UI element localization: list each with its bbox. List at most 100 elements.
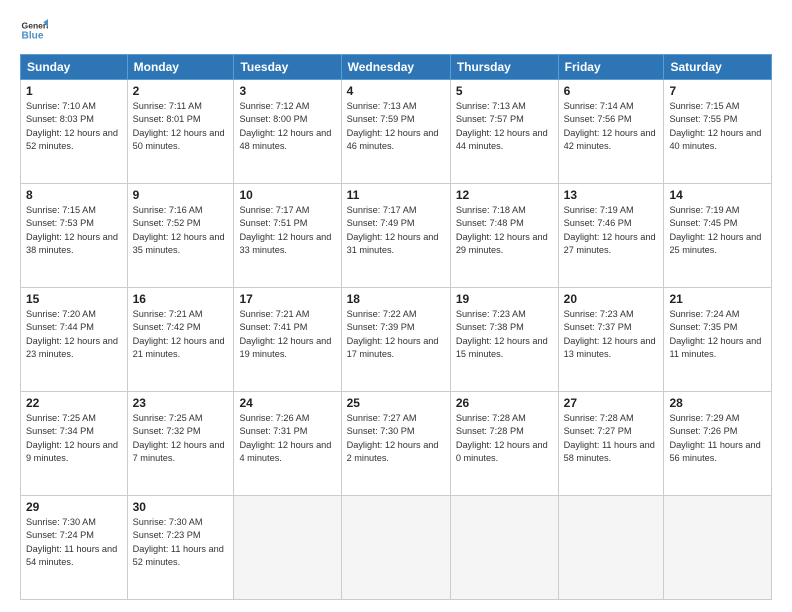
day-info: Sunrise: 7:23 AM Sunset: 7:37 PM Dayligh…	[564, 308, 659, 361]
calendar-cell: 6 Sunrise: 7:14 AM Sunset: 7:56 PM Dayli…	[558, 80, 664, 184]
day-info: Sunrise: 7:17 AM Sunset: 7:49 PM Dayligh…	[347, 204, 445, 257]
calendar-cell: 5 Sunrise: 7:13 AM Sunset: 7:57 PM Dayli…	[450, 80, 558, 184]
day-number: 12	[456, 188, 553, 202]
day-info: Sunrise: 7:20 AM Sunset: 7:44 PM Dayligh…	[26, 308, 122, 361]
calendar-cell: 25 Sunrise: 7:27 AM Sunset: 7:30 PM Dayl…	[341, 392, 450, 496]
day-number: 28	[669, 396, 766, 410]
day-number: 21	[669, 292, 766, 306]
logo: General Blue	[20, 16, 48, 44]
day-info: Sunrise: 7:25 AM Sunset: 7:32 PM Dayligh…	[133, 412, 229, 465]
day-info: Sunrise: 7:19 AM Sunset: 7:46 PM Dayligh…	[564, 204, 659, 257]
calendar-cell: 21 Sunrise: 7:24 AM Sunset: 7:35 PM Dayl…	[664, 288, 772, 392]
day-info: Sunrise: 7:13 AM Sunset: 7:57 PM Dayligh…	[456, 100, 553, 153]
logo-icon: General Blue	[20, 16, 48, 44]
day-info: Sunrise: 7:29 AM Sunset: 7:26 PM Dayligh…	[669, 412, 766, 465]
day-number: 30	[133, 500, 229, 514]
day-info: Sunrise: 7:17 AM Sunset: 7:51 PM Dayligh…	[239, 204, 335, 257]
day-info: Sunrise: 7:12 AM Sunset: 8:00 PM Dayligh…	[239, 100, 335, 153]
day-number: 7	[669, 84, 766, 98]
col-header-sunday: Sunday	[21, 55, 128, 80]
calendar-cell: 2 Sunrise: 7:11 AM Sunset: 8:01 PM Dayli…	[127, 80, 234, 184]
day-info: Sunrise: 7:11 AM Sunset: 8:01 PM Dayligh…	[133, 100, 229, 153]
calendar-cell: 8 Sunrise: 7:15 AM Sunset: 7:53 PM Dayli…	[21, 184, 128, 288]
day-info: Sunrise: 7:28 AM Sunset: 7:28 PM Dayligh…	[456, 412, 553, 465]
calendar-cell: 1 Sunrise: 7:10 AM Sunset: 8:03 PM Dayli…	[21, 80, 128, 184]
day-number: 23	[133, 396, 229, 410]
day-number: 10	[239, 188, 335, 202]
day-info: Sunrise: 7:28 AM Sunset: 7:27 PM Dayligh…	[564, 412, 659, 465]
day-number: 19	[456, 292, 553, 306]
calendar-cell: 16 Sunrise: 7:21 AM Sunset: 7:42 PM Dayl…	[127, 288, 234, 392]
day-number: 25	[347, 396, 445, 410]
calendar-cell	[341, 496, 450, 600]
col-header-wednesday: Wednesday	[341, 55, 450, 80]
calendar-cell: 30 Sunrise: 7:30 AM Sunset: 7:23 PM Dayl…	[127, 496, 234, 600]
day-info: Sunrise: 7:15 AM Sunset: 7:53 PM Dayligh…	[26, 204, 122, 257]
calendar-cell: 15 Sunrise: 7:20 AM Sunset: 7:44 PM Dayl…	[21, 288, 128, 392]
calendar-cell: 27 Sunrise: 7:28 AM Sunset: 7:27 PM Dayl…	[558, 392, 664, 496]
day-number: 14	[669, 188, 766, 202]
day-number: 15	[26, 292, 122, 306]
calendar-cell: 26 Sunrise: 7:28 AM Sunset: 7:28 PM Dayl…	[450, 392, 558, 496]
calendar-cell: 29 Sunrise: 7:30 AM Sunset: 7:24 PM Dayl…	[21, 496, 128, 600]
calendar-cell: 17 Sunrise: 7:21 AM Sunset: 7:41 PM Dayl…	[234, 288, 341, 392]
day-info: Sunrise: 7:26 AM Sunset: 7:31 PM Dayligh…	[239, 412, 335, 465]
calendar-cell: 7 Sunrise: 7:15 AM Sunset: 7:55 PM Dayli…	[664, 80, 772, 184]
calendar-cell: 12 Sunrise: 7:18 AM Sunset: 7:48 PM Dayl…	[450, 184, 558, 288]
day-number: 3	[239, 84, 335, 98]
day-info: Sunrise: 7:16 AM Sunset: 7:52 PM Dayligh…	[133, 204, 229, 257]
day-number: 20	[564, 292, 659, 306]
day-info: Sunrise: 7:27 AM Sunset: 7:30 PM Dayligh…	[347, 412, 445, 465]
calendar-cell: 4 Sunrise: 7:13 AM Sunset: 7:59 PM Dayli…	[341, 80, 450, 184]
day-number: 1	[26, 84, 122, 98]
day-number: 16	[133, 292, 229, 306]
calendar-cell: 23 Sunrise: 7:25 AM Sunset: 7:32 PM Dayl…	[127, 392, 234, 496]
day-number: 17	[239, 292, 335, 306]
day-info: Sunrise: 7:14 AM Sunset: 7:56 PM Dayligh…	[564, 100, 659, 153]
day-number: 27	[564, 396, 659, 410]
day-number: 4	[347, 84, 445, 98]
day-number: 22	[26, 396, 122, 410]
day-number: 29	[26, 500, 122, 514]
day-info: Sunrise: 7:18 AM Sunset: 7:48 PM Dayligh…	[456, 204, 553, 257]
calendar-cell: 19 Sunrise: 7:23 AM Sunset: 7:38 PM Dayl…	[450, 288, 558, 392]
calendar-cell: 28 Sunrise: 7:29 AM Sunset: 7:26 PM Dayl…	[664, 392, 772, 496]
day-number: 24	[239, 396, 335, 410]
day-number: 18	[347, 292, 445, 306]
calendar-cell: 13 Sunrise: 7:19 AM Sunset: 7:46 PM Dayl…	[558, 184, 664, 288]
day-number: 8	[26, 188, 122, 202]
calendar-cell: 14 Sunrise: 7:19 AM Sunset: 7:45 PM Dayl…	[664, 184, 772, 288]
day-info: Sunrise: 7:15 AM Sunset: 7:55 PM Dayligh…	[669, 100, 766, 153]
calendar-table: SundayMondayTuesdayWednesdayThursdayFrid…	[20, 54, 772, 600]
col-header-saturday: Saturday	[664, 55, 772, 80]
day-number: 6	[564, 84, 659, 98]
day-number: 2	[133, 84, 229, 98]
day-info: Sunrise: 7:13 AM Sunset: 7:59 PM Dayligh…	[347, 100, 445, 153]
day-info: Sunrise: 7:30 AM Sunset: 7:24 PM Dayligh…	[26, 516, 122, 569]
col-header-tuesday: Tuesday	[234, 55, 341, 80]
day-info: Sunrise: 7:25 AM Sunset: 7:34 PM Dayligh…	[26, 412, 122, 465]
day-number: 11	[347, 188, 445, 202]
day-info: Sunrise: 7:19 AM Sunset: 7:45 PM Dayligh…	[669, 204, 766, 257]
calendar-cell: 10 Sunrise: 7:17 AM Sunset: 7:51 PM Dayl…	[234, 184, 341, 288]
col-header-friday: Friday	[558, 55, 664, 80]
day-info: Sunrise: 7:22 AM Sunset: 7:39 PM Dayligh…	[347, 308, 445, 361]
day-number: 13	[564, 188, 659, 202]
calendar-cell: 11 Sunrise: 7:17 AM Sunset: 7:49 PM Dayl…	[341, 184, 450, 288]
col-header-monday: Monday	[127, 55, 234, 80]
day-number: 5	[456, 84, 553, 98]
calendar-cell: 20 Sunrise: 7:23 AM Sunset: 7:37 PM Dayl…	[558, 288, 664, 392]
day-info: Sunrise: 7:30 AM Sunset: 7:23 PM Dayligh…	[133, 516, 229, 569]
day-info: Sunrise: 7:21 AM Sunset: 7:41 PM Dayligh…	[239, 308, 335, 361]
calendar-cell	[558, 496, 664, 600]
day-number: 9	[133, 188, 229, 202]
day-number: 26	[456, 396, 553, 410]
day-info: Sunrise: 7:21 AM Sunset: 7:42 PM Dayligh…	[133, 308, 229, 361]
calendar-cell	[664, 496, 772, 600]
calendar-cell: 18 Sunrise: 7:22 AM Sunset: 7:39 PM Dayl…	[341, 288, 450, 392]
col-header-thursday: Thursday	[450, 55, 558, 80]
day-info: Sunrise: 7:24 AM Sunset: 7:35 PM Dayligh…	[669, 308, 766, 361]
calendar-cell: 3 Sunrise: 7:12 AM Sunset: 8:00 PM Dayli…	[234, 80, 341, 184]
calendar-cell	[234, 496, 341, 600]
svg-text:Blue: Blue	[22, 31, 44, 42]
